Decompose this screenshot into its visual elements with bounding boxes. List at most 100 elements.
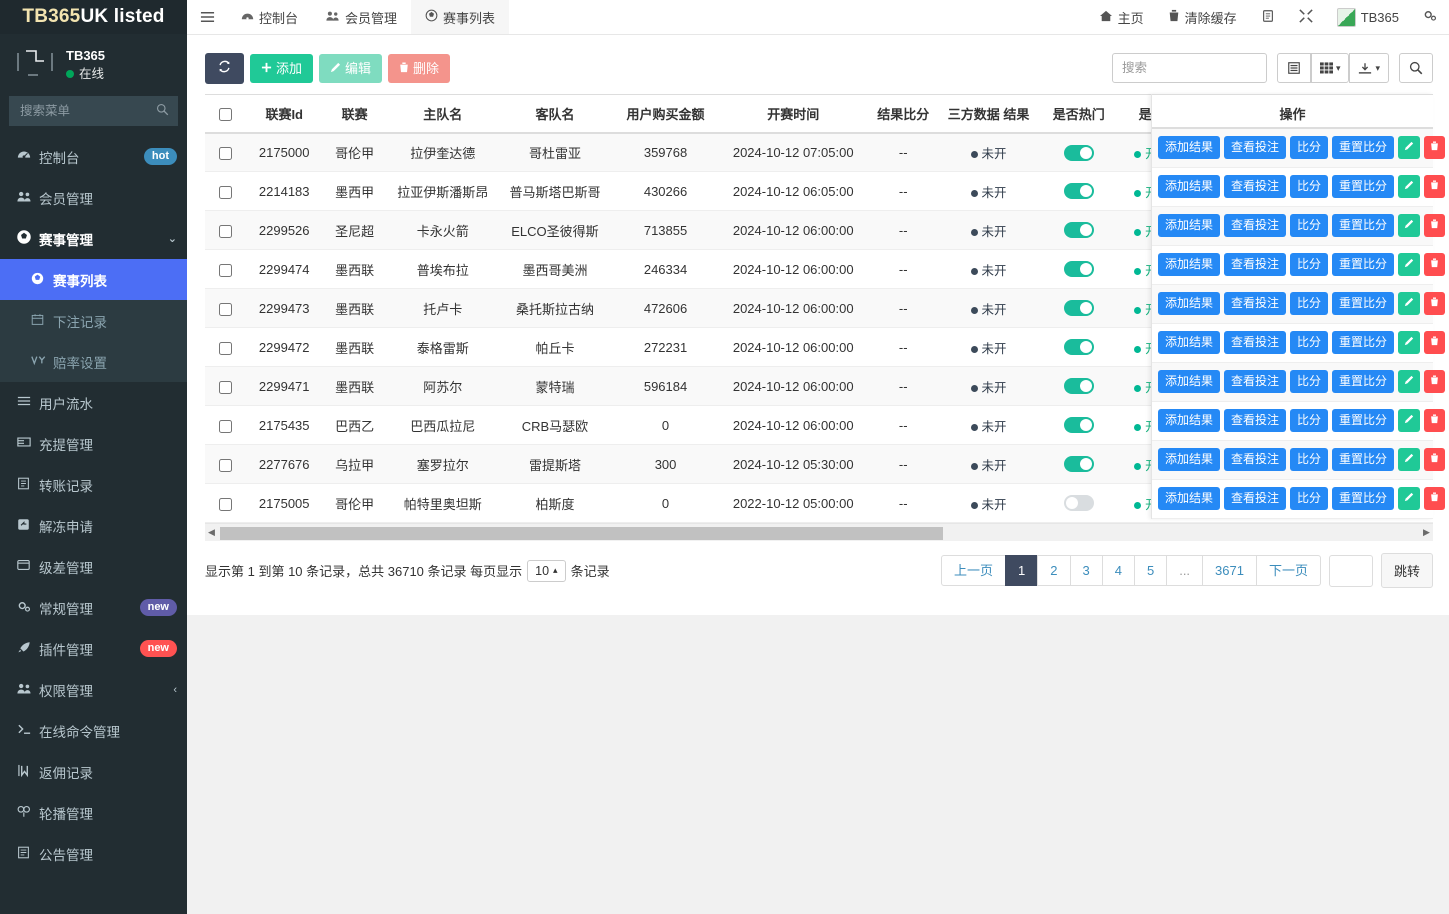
row-checkbox[interactable] xyxy=(219,146,233,160)
reset-score-button[interactable]: 重置比分 xyxy=(1332,291,1395,316)
page-button-1[interactable]: 1 xyxy=(1005,554,1039,587)
delete-row-button[interactable] xyxy=(1424,447,1446,472)
add-result-button[interactable]: 添加结果 xyxy=(1158,135,1221,160)
row-checkbox[interactable] xyxy=(219,419,233,433)
jump-button[interactable]: 跳转 xyxy=(1380,553,1433,589)
settings-button[interactable] xyxy=(1411,0,1449,34)
reset-score-button[interactable]: 重置比分 xyxy=(1332,447,1395,472)
hamburger-icon[interactable] xyxy=(187,0,227,34)
edit-button[interactable]: 编辑 xyxy=(319,53,383,84)
scrollbar-track[interactable] xyxy=(218,525,1420,540)
col-away-team[interactable]: 客队名 xyxy=(497,93,613,134)
sidebar-item-carousel-mgmt[interactable]: 轮播管理 xyxy=(0,792,187,833)
tab-match-list[interactable]: 赛事列表 xyxy=(411,0,510,34)
cell-is-hot[interactable] xyxy=(1038,327,1120,368)
view-bets-button[interactable]: 查看投注 xyxy=(1224,486,1287,511)
delete-row-button[interactable] xyxy=(1424,135,1446,160)
fullscreen-button[interactable] xyxy=(1287,0,1325,34)
score-button[interactable]: 比分 xyxy=(1290,174,1329,199)
delete-row-button[interactable] xyxy=(1424,369,1446,394)
view-bets-button[interactable]: 查看投注 xyxy=(1224,330,1287,355)
sidebar-item-odds-settings[interactable]: 赔率设置 xyxy=(0,341,187,382)
edit-row-button[interactable] xyxy=(1398,213,1421,238)
add-result-button[interactable]: 添加结果 xyxy=(1158,486,1221,511)
page-size-select[interactable]: 10 ▴ xyxy=(527,559,566,582)
scroll-left-arrow-icon[interactable]: ◀ xyxy=(205,527,218,538)
sidebar-item-bet-records[interactable]: 下注记录 xyxy=(0,300,187,341)
add-result-button[interactable]: 添加结果 xyxy=(1158,447,1221,472)
hot-toggle[interactable] xyxy=(1063,456,1094,473)
delete-row-button[interactable] xyxy=(1424,408,1446,433)
jump-page-input[interactable] xyxy=(1328,554,1373,587)
add-result-button[interactable]: 添加结果 xyxy=(1158,291,1221,316)
cell-is-hot[interactable] xyxy=(1038,366,1120,407)
score-button[interactable]: 比分 xyxy=(1290,447,1329,472)
page-button-last[interactable]: 3671 xyxy=(1202,554,1257,587)
reset-score-button[interactable]: 重置比分 xyxy=(1332,174,1395,199)
cell-is-hot[interactable] xyxy=(1038,288,1120,329)
edit-row-button[interactable] xyxy=(1398,486,1421,511)
tab-members[interactable]: 会员管理 xyxy=(312,0,411,34)
table-fullscreen-icon[interactable] xyxy=(1276,53,1311,84)
page-button-5[interactable]: 5 xyxy=(1133,554,1168,587)
hot-toggle[interactable] xyxy=(1063,222,1094,239)
hot-toggle[interactable] xyxy=(1063,378,1094,395)
row-checkbox[interactable] xyxy=(219,497,233,511)
sidebar-item-announcement-mgmt[interactable]: 公告管理 xyxy=(0,833,187,874)
view-bets-button[interactable]: 查看投注 xyxy=(1224,213,1287,238)
score-button[interactable]: 比分 xyxy=(1290,369,1329,394)
hot-toggle[interactable] xyxy=(1063,144,1094,161)
view-bets-button[interactable]: 查看投注 xyxy=(1224,447,1287,472)
row-select-cell[interactable] xyxy=(205,210,247,251)
sidebar-item-unfreeze[interactable]: 解冻申请 xyxy=(0,505,187,546)
edit-row-button[interactable] xyxy=(1398,291,1421,316)
row-select-cell[interactable] xyxy=(205,405,247,446)
scrollbar-thumb[interactable] xyxy=(220,526,943,540)
sidebar-item-permissions[interactable]: 权限管理 ‹ xyxy=(0,669,187,710)
edit-row-button[interactable] xyxy=(1398,174,1421,199)
page-button-3[interactable]: 3 xyxy=(1069,554,1103,587)
delete-row-button[interactable] xyxy=(1424,174,1446,199)
export-icon[interactable]: ▾ xyxy=(1349,53,1389,84)
col-league-id[interactable]: 联赛Id xyxy=(246,93,322,134)
cell-is-hot[interactable] xyxy=(1038,210,1120,251)
clear-cache-button[interactable]: 清除缓存 xyxy=(1156,0,1249,34)
edit-row-button[interactable] xyxy=(1398,369,1421,394)
row-select-cell[interactable] xyxy=(205,366,247,407)
col-third-party-result[interactable]: 三方数据 结果 xyxy=(939,93,1039,134)
home-button[interactable]: 主页 xyxy=(1087,0,1156,34)
refresh-button[interactable] xyxy=(205,53,244,84)
next-page-button[interactable]: 下一页 xyxy=(1255,554,1321,587)
view-bets-button[interactable]: 查看投注 xyxy=(1224,135,1287,160)
add-result-button[interactable]: 添加结果 xyxy=(1158,252,1221,277)
prev-page-button[interactable]: 上一页 xyxy=(941,554,1007,587)
edit-row-button[interactable] xyxy=(1398,408,1421,433)
reset-score-button[interactable]: 重置比分 xyxy=(1332,330,1395,355)
row-checkbox[interactable] xyxy=(219,458,233,472)
horizontal-scrollbar[interactable]: ◀ ▶ xyxy=(205,523,1433,542)
hot-toggle[interactable] xyxy=(1063,495,1094,512)
score-button[interactable]: 比分 xyxy=(1290,252,1329,277)
row-select-cell[interactable] xyxy=(205,327,247,368)
sidebar-item-transfer-records[interactable]: 转账记录 xyxy=(0,464,187,505)
score-button[interactable]: 比分 xyxy=(1290,330,1329,355)
add-result-button[interactable]: 添加结果 xyxy=(1158,408,1221,433)
hot-toggle[interactable] xyxy=(1063,417,1094,434)
page-button-4[interactable]: 4 xyxy=(1101,554,1135,587)
cell-is-hot[interactable] xyxy=(1038,405,1120,446)
sidebar-item-online-cmd[interactable]: 在线命令管理 xyxy=(0,710,187,751)
view-bets-button[interactable]: 查看投注 xyxy=(1224,408,1287,433)
cell-is-hot[interactable] xyxy=(1038,171,1120,212)
edit-row-button[interactable] xyxy=(1398,135,1421,160)
view-bets-button[interactable]: 查看投注 xyxy=(1224,174,1287,199)
row-select-cell[interactable] xyxy=(205,444,247,485)
row-checkbox[interactable] xyxy=(219,302,233,316)
select-all-checkbox[interactable] xyxy=(219,107,233,121)
row-checkbox[interactable] xyxy=(219,341,233,355)
sidebar-item-user-flow[interactable]: 用户流水 xyxy=(0,382,187,423)
cell-is-hot[interactable] xyxy=(1038,132,1120,173)
reset-score-button[interactable]: 重置比分 xyxy=(1332,369,1395,394)
col-home-team[interactable]: 主队名 xyxy=(387,93,498,134)
sidebar-item-level-diff[interactable]: 级差管理 xyxy=(0,546,187,587)
sidebar-item-deposit-withdraw[interactable]: 充提管理 xyxy=(0,423,187,464)
